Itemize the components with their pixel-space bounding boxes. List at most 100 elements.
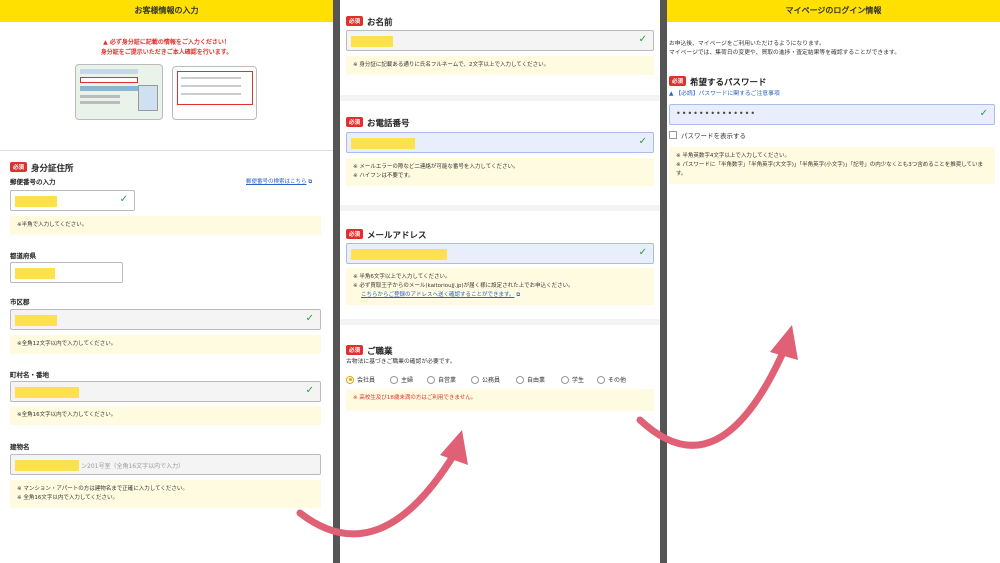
- email-title: 必須 メールアドレス: [346, 223, 427, 242]
- email-check-link[interactable]: こちらからご登録のアドレスへ送く確認することができます。 ⧉: [353, 291, 647, 300]
- password-value: ••••••••••••••: [676, 109, 757, 118]
- email-section: 必須 メールアドレス ✓ ※ 半角6文字以上で入力してください。 ※ 必ず買取王子…: [340, 211, 660, 319]
- job-description: 古物法に基づきご職業の確認が必要です。: [346, 359, 456, 365]
- password-title-text: 希望するパスワード: [690, 78, 767, 88]
- external-link-icon: ⧉: [308, 179, 313, 185]
- redaction-mask: [15, 387, 79, 398]
- radio-selected-icon: [346, 375, 354, 384]
- job-option-1[interactable]: 主婦: [390, 375, 413, 384]
- redaction-mask: [15, 196, 57, 207]
- required-badge: 必須: [346, 116, 364, 127]
- curved-arrow-icon: [636, 325, 798, 449]
- town-note: ※全角16文字以内で入力してください。: [10, 406, 321, 425]
- required-badge: 必須: [346, 15, 364, 26]
- redaction-mask: [15, 315, 57, 326]
- intro-line-2: マイページでは、集荷日の変更や、買取の進捗・査定結果等を確認することができます。: [669, 50, 901, 56]
- city-note: ※全角12文字以内で入力してください。: [10, 335, 321, 354]
- redaction-mask: [351, 138, 415, 149]
- email-note: ※ 半角6文字以上で入力してください。 ※ 必ず買取王子からのメール(kaito…: [346, 268, 654, 305]
- email-input[interactable]: ✓: [346, 243, 654, 264]
- email-note-line-1: ※ 半角6文字以上で入力してください。: [353, 274, 451, 280]
- job-option-3[interactable]: 公務員: [471, 375, 500, 384]
- building-placeholder: ン201号室（全角16文字以内で入力）: [81, 463, 185, 470]
- redaction-mask: [15, 460, 79, 471]
- postal-search-link-text[interactable]: 郵便番号の検索はこちら: [246, 179, 307, 185]
- city-input[interactable]: ✓: [10, 309, 321, 330]
- phone-note-line-2: ※ ハイフンは不要です。: [353, 173, 414, 179]
- panel-header: マイページのログイン情報: [667, 0, 1000, 22]
- caution-link[interactable]: ▲ 【必読】パスワードに関するご注意事項: [669, 88, 780, 97]
- check-icon: ✓: [638, 34, 647, 45]
- phone-note-line-1: ※ メールエラーの際など二連絡が可能な番号を入力してください。: [353, 164, 519, 170]
- required-badge: 必須: [346, 228, 364, 239]
- name-section: 必須 お名前 ✓ ※ 身分証に記載ある通りに氏名フルネームで、2文字以上で入力して…: [340, 0, 660, 95]
- phone-input[interactable]: ✓: [346, 132, 654, 153]
- email-title-text: メールアドレス: [367, 231, 427, 241]
- radio-icon: [471, 375, 479, 384]
- radio-icon: [597, 375, 605, 384]
- radio-icon: [516, 375, 524, 384]
- password-note: ※ 半角英数字4文字以上で入力してください。 ※ パスワードに「半角数字」「半角…: [669, 147, 995, 184]
- building-input[interactable]: ン201号室（全角16文字以内で入力）: [10, 454, 321, 475]
- job-option-label: 主婦: [401, 377, 414, 384]
- job-option-label: 自営業: [438, 377, 457, 384]
- check-icon: ✓: [638, 136, 647, 147]
- job-option-2[interactable]: 自営業: [427, 375, 456, 384]
- job-option-label: 公務員: [482, 377, 501, 384]
- postal-search-link[interactable]: 郵便番号の検索はこちら ⧉: [246, 177, 312, 186]
- required-badge: 必須: [10, 161, 28, 172]
- id-card-front-image: [75, 64, 163, 120]
- password-note-line-1: ※ 半角英数字4文字以上で入力してください。: [676, 153, 791, 159]
- check-icon: ✓: [979, 108, 988, 119]
- id-warning: ▲ 必ず身分証に記載の情報をご入力ください！ 身分証をご提示いただきご本人確認を…: [0, 38, 333, 58]
- checkbox[interactable]: [669, 131, 677, 139]
- prefecture-select[interactable]: [10, 262, 123, 283]
- city-label: 市区郡: [10, 298, 30, 306]
- email-note-line-2: ※ 必ず買取王子からのメール(kaitorioujj.jp)が届く様に設定された…: [353, 283, 574, 289]
- job-option-label: 自由業: [527, 377, 546, 384]
- building-note-line-2: ※ 全角16文字以内で入力してください。: [17, 495, 119, 501]
- job-option-label: 会社員: [357, 377, 376, 384]
- building-label: 建物名: [10, 443, 30, 451]
- show-password-toggle[interactable]: パスワードを表示する: [669, 130, 746, 140]
- password-input[interactable]: •••••••••••••• ✓: [669, 104, 995, 125]
- name-input[interactable]: ✓: [346, 30, 654, 51]
- intro-line-1: お申込後、マイページをご利用いただけるようになります。: [669, 41, 825, 47]
- email-check-link-text[interactable]: こちらからご登録のアドレスへ送く確認することができます。: [361, 292, 514, 298]
- check-icon: ✓: [305, 313, 314, 324]
- postal-note: ※半角で入力してください。: [10, 216, 321, 235]
- external-link-icon: ⧉: [516, 292, 521, 298]
- check-icon: ✓: [305, 385, 314, 396]
- radio-icon: [427, 375, 435, 384]
- town-input[interactable]: ✓: [10, 381, 321, 402]
- name-title-text: お名前: [367, 18, 393, 28]
- job-option-5[interactable]: 学生: [561, 375, 584, 384]
- job-title-text: ご職業: [367, 347, 393, 357]
- postal-label: 郵便番号の入力: [10, 178, 56, 186]
- job-option-0[interactable]: 会社員: [346, 375, 375, 384]
- radio-icon: [390, 375, 398, 384]
- password-note-line-2: ※ パスワードに「半角数字」「半角英字(大文字)」「半角英字(小文字)」「記号」…: [676, 162, 984, 177]
- show-password-label: パスワードを表示する: [681, 132, 746, 140]
- building-note: ※ マンション・アパートの方は建物名まで正確に入力してください。 ※ 全角16文…: [10, 480, 321, 508]
- curved-arrow-icon: [296, 430, 468, 538]
- redaction-mask: [15, 268, 55, 279]
- job-option-4[interactable]: 自由業: [516, 375, 545, 384]
- job-title: 必須 ご職業: [346, 339, 393, 358]
- panel-header: お客様情報の入力: [0, 0, 333, 22]
- job-warning-text: ※ 高校生及び18歳未満の方はご利用できません。: [353, 395, 477, 401]
- login-intro: お申込後、マイページをご利用いただけるようになります。 マイページでは、集荷日の…: [669, 40, 900, 58]
- postal-input[interactable]: ✓: [10, 190, 135, 211]
- caution-link-text[interactable]: 【必読】パスワードに関するご注意事項: [675, 91, 779, 97]
- check-icon: ✓: [638, 247, 647, 258]
- job-option-6[interactable]: その他: [597, 375, 626, 384]
- name-note: ※ 身分証に記載ある通りに氏名フルネームで、2文字以上で入力してください。: [346, 56, 654, 75]
- phone-note: ※ メールエラーの際など二連絡が可能な番号を入力してください。 ※ ハイフンは不…: [346, 158, 654, 186]
- required-badge: 必須: [346, 344, 364, 355]
- job-option-label: その他: [608, 377, 627, 384]
- warning-line-2: 身分証をご提示いただきご本人確認を行います。: [100, 49, 233, 56]
- job-option-label: 学生: [572, 377, 585, 384]
- phone-title-text: お電話番号: [367, 119, 410, 129]
- password-title: 必須 希望するパスワード: [669, 70, 767, 89]
- address-section-title: 必須 身分証住所: [10, 156, 74, 175]
